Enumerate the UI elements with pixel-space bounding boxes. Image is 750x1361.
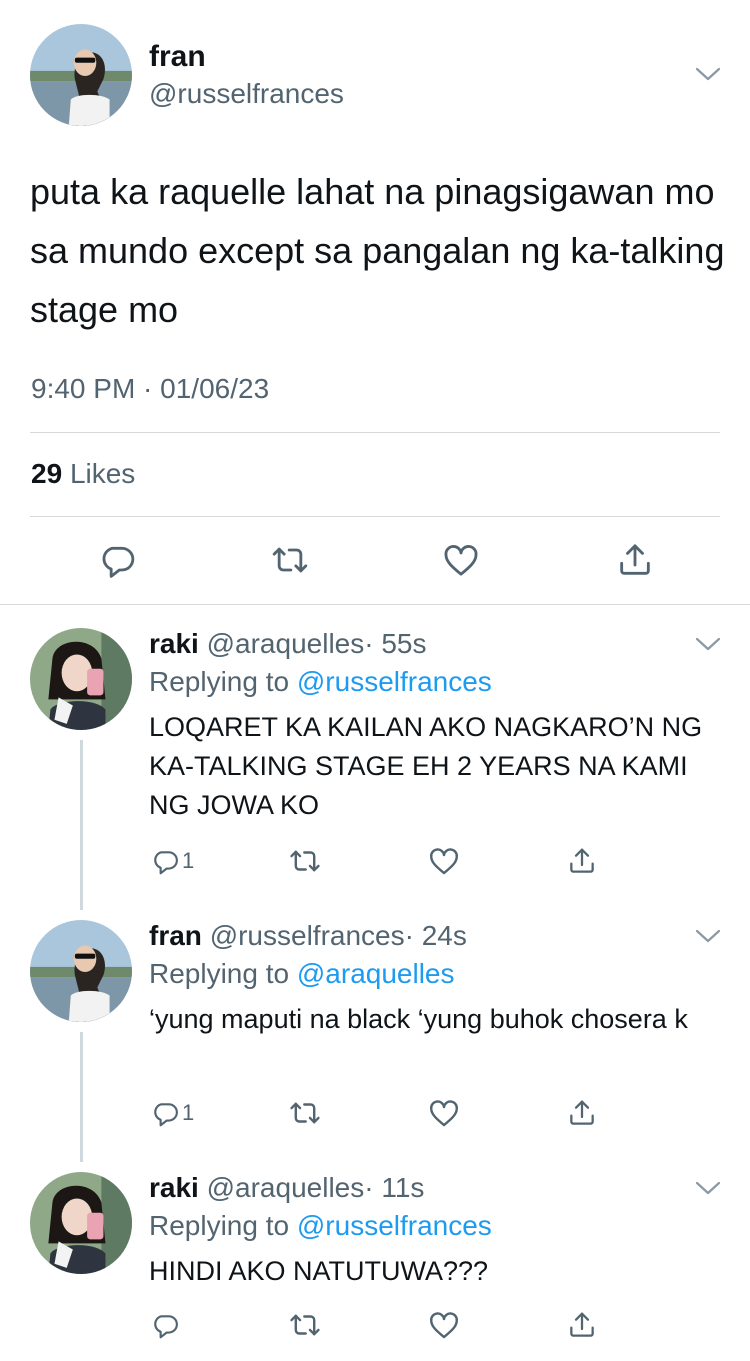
reply-header: fran @russelfrances· 24s <box>149 920 467 952</box>
reply-header: raki @araquelles· 55s <box>149 628 426 660</box>
likes-label: Likes <box>69 458 136 489</box>
like-icon <box>427 1308 461 1342</box>
divider <box>30 516 720 517</box>
reply-time: · 24s <box>404 920 467 951</box>
thread-line <box>80 740 83 910</box>
author-name[interactable]: raki <box>149 628 199 659</box>
like-button[interactable] <box>427 844 461 878</box>
share-button[interactable] <box>566 844 598 878</box>
tweet-text: puta ka raquelle lahat na pinagsigawan m… <box>30 171 725 330</box>
retweet-icon[interactable] <box>270 540 310 580</box>
reply-icon <box>150 1098 180 1128</box>
like-icon <box>427 844 461 878</box>
mention-link[interactable]: @russelfrances <box>297 1210 492 1241</box>
replying-to: Replying to @russelfrances <box>149 666 492 698</box>
retweet-icon <box>288 1096 322 1130</box>
share-icon <box>566 1097 598 1129</box>
reply-button[interactable]: 1 <box>150 1096 194 1130</box>
reply-button[interactable]: 1 <box>150 844 194 878</box>
avatar[interactable] <box>30 24 132 126</box>
reply-icon <box>150 846 180 876</box>
share-button[interactable] <box>566 1096 598 1130</box>
replying-label: Replying to <box>149 1210 290 1241</box>
retweet-icon <box>288 1308 322 1342</box>
reply-header: raki @araquelles· 11s <box>149 1172 424 1204</box>
author-handle[interactable]: @russelfrances <box>210 920 405 951</box>
reply-button[interactable] <box>150 1308 182 1342</box>
author-name[interactable]: fran <box>149 920 202 951</box>
share-icon <box>566 845 598 877</box>
avatar[interactable] <box>30 628 132 730</box>
reply-count: 1 <box>182 1100 195 1125</box>
replying-label: Replying to <box>149 958 290 989</box>
like-button[interactable] <box>427 1308 461 1342</box>
chevron-down-icon[interactable] <box>695 1180 721 1196</box>
retweet-button[interactable] <box>288 1308 322 1342</box>
author-name[interactable]: raki <box>149 1172 199 1203</box>
chevron-down-icon[interactable] <box>695 928 721 944</box>
mention-link[interactable]: @araquelles <box>297 958 455 989</box>
retweet-icon <box>288 844 322 878</box>
avatar[interactable] <box>30 1172 132 1274</box>
retweet-button[interactable] <box>288 844 322 878</box>
replying-to: Replying to @araquelles <box>149 958 455 990</box>
thread-line <box>80 1032 83 1162</box>
chevron-down-icon[interactable] <box>695 66 721 82</box>
likes-stat[interactable]: 29 Likes <box>31 458 135 490</box>
reply-time: · 11s <box>364 1172 425 1203</box>
reply-icon <box>150 1310 180 1340</box>
author-handle[interactable]: @araquelles <box>207 628 365 659</box>
chevron-down-icon[interactable] <box>695 636 721 652</box>
mention-link[interactable]: @russelfrances <box>297 666 492 697</box>
reply-time: · 55s <box>364 628 427 659</box>
like-icon[interactable] <box>441 540 481 580</box>
author-handle[interactable]: @araquelles <box>207 1172 365 1203</box>
reply-count: 1 <box>182 848 195 873</box>
likes-count: 29 <box>31 458 63 489</box>
share-button[interactable] <box>566 1308 598 1342</box>
tweet-timestamp: 9:40 PM · 01/06/23 <box>31 373 270 404</box>
divider <box>30 432 720 433</box>
reply-text: LOQARET KA KAILAN AKO NAGKARO’N NG KA-TA… <box>149 712 703 820</box>
replying-to: Replying to @russelfrances <box>149 1210 492 1242</box>
author-handle[interactable]: @russelfrances <box>149 78 344 110</box>
reply-icon[interactable] <box>97 540 137 580</box>
retweet-button[interactable] <box>288 1096 322 1130</box>
author-name[interactable]: fran <box>149 40 206 74</box>
share-icon <box>566 1309 598 1341</box>
share-icon[interactable] <box>615 540 655 580</box>
like-icon <box>427 1096 461 1130</box>
reply-text: HINDI AKO NATUTUWA??? <box>149 1256 489 1286</box>
replying-label: Replying to <box>149 666 290 697</box>
reply-text: ‘yung maputi na black ‘yung buhok choser… <box>149 1004 688 1034</box>
main-tweet: fran @russelfrances puta ka raquelle lah… <box>0 0 750 605</box>
avatar[interactable] <box>30 920 132 1022</box>
like-button[interactable] <box>427 1096 461 1130</box>
